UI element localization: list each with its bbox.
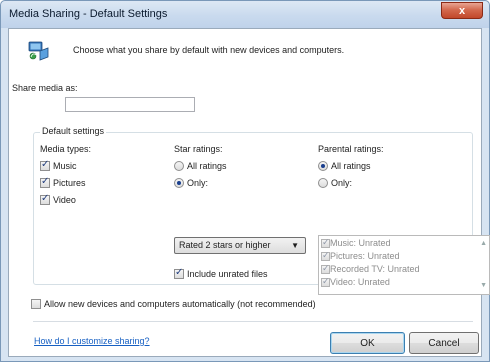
media-pictures-label: Pictures bbox=[53, 178, 86, 188]
star-only-label: Only: bbox=[187, 178, 209, 188]
title-bar[interactable]: Media Sharing - Default Settings x bbox=[1, 1, 489, 28]
ok-button[interactable]: OK bbox=[330, 332, 405, 354]
checkbox-checked-icon bbox=[321, 263, 330, 274]
close-icon: x bbox=[458, 4, 466, 17]
radio-unselected-icon bbox=[174, 161, 184, 171]
list-item-label: Music: Unrated bbox=[330, 238, 391, 248]
list-item-label: Video: Unrated bbox=[330, 277, 390, 287]
media-types-title: Media types: bbox=[40, 144, 92, 154]
checkbox-checked-icon bbox=[40, 193, 50, 205]
footer-divider bbox=[33, 321, 473, 322]
share-media-label: Share media as: bbox=[12, 83, 78, 93]
cancel-button-label: Cancel bbox=[428, 337, 460, 349]
checkbox-checked-icon bbox=[321, 237, 330, 248]
parental-all-ratings-label: All ratings bbox=[331, 161, 371, 171]
close-button[interactable]: x bbox=[441, 2, 483, 19]
dropdown-arrow-icon: ▼ bbox=[291, 241, 299, 250]
allow-automatically-label: Allow new devices and computers automati… bbox=[44, 299, 316, 309]
radio-unselected-icon bbox=[318, 178, 328, 188]
star-rating-dropdown[interactable]: Rated 2 stars or higher ▼ bbox=[174, 237, 306, 254]
checkbox-checked-icon bbox=[174, 267, 184, 279]
media-pictures-checkbox[interactable]: Pictures bbox=[40, 176, 86, 188]
allow-automatically-checkbox[interactable]: Allow new devices and computers automati… bbox=[31, 299, 316, 309]
media-music-label: Music bbox=[53, 161, 77, 171]
list-item[interactable]: Music: Unrated bbox=[321, 237, 391, 248]
checkbox-checked-icon bbox=[40, 176, 50, 188]
media-video-checkbox[interactable]: Video bbox=[40, 193, 76, 205]
checkbox-checked-icon bbox=[321, 276, 330, 287]
dialog-window: Media Sharing - Default Settings x Choos… bbox=[0, 0, 490, 362]
window-title: Media Sharing - Default Settings bbox=[9, 8, 168, 20]
include-unrated-label: Include unrated files bbox=[187, 269, 268, 279]
checkbox-unchecked-icon bbox=[31, 299, 41, 309]
default-settings-group: Default settings Media types: Music Pict… bbox=[33, 126, 490, 295]
list-item-label: Pictures: Unrated bbox=[330, 251, 400, 261]
scroll-down-icon[interactable]: ▼ bbox=[480, 282, 487, 289]
star-all-ratings-radio[interactable]: All ratings bbox=[174, 161, 227, 171]
list-item[interactable]: Pictures: Unrated bbox=[321, 250, 400, 261]
parental-only-label: Only: bbox=[331, 178, 353, 188]
star-ratings-title: Star ratings: bbox=[174, 144, 223, 154]
ok-button-label: OK bbox=[360, 337, 375, 349]
cancel-button[interactable]: Cancel bbox=[409, 332, 479, 354]
star-all-ratings-label: All ratings bbox=[187, 161, 227, 171]
scroll-up-icon[interactable]: ▲ bbox=[480, 240, 487, 247]
parental-only-radio[interactable]: Only: bbox=[318, 178, 352, 188]
media-music-checkbox[interactable]: Music bbox=[40, 159, 77, 171]
checkbox-checked-icon bbox=[40, 159, 50, 171]
list-item-label: Recorded TV: Unrated bbox=[330, 264, 420, 274]
customize-sharing-link[interactable]: How do I customize sharing? bbox=[34, 336, 150, 346]
star-rating-dropdown-value: Rated 2 stars or higher bbox=[179, 240, 271, 250]
radio-selected-icon bbox=[174, 178, 184, 188]
media-sharing-network-icon bbox=[28, 41, 49, 61]
list-item[interactable]: Video: Unrated bbox=[321, 276, 390, 287]
parental-ratings-listbox[interactable]: Music: Unrated Pictures: Unrated Recorde… bbox=[318, 235, 490, 295]
dialog-body: Choose what you share by default with ne… bbox=[8, 28, 490, 357]
header-text: Choose what you share by default with ne… bbox=[73, 45, 345, 55]
include-unrated-checkbox[interactable]: Include unrated files bbox=[174, 267, 268, 279]
default-settings-legend: Default settings bbox=[40, 126, 107, 136]
radio-selected-icon bbox=[318, 161, 328, 171]
share-media-input[interactable] bbox=[65, 97, 195, 112]
parental-all-ratings-radio[interactable]: All ratings bbox=[318, 161, 371, 171]
parental-ratings-title: Parental ratings: bbox=[318, 144, 384, 154]
media-video-label: Video bbox=[53, 195, 76, 205]
star-only-radio[interactable]: Only: bbox=[174, 178, 208, 188]
checkbox-checked-icon bbox=[321, 250, 330, 261]
list-item[interactable]: Recorded TV: Unrated bbox=[321, 263, 420, 274]
